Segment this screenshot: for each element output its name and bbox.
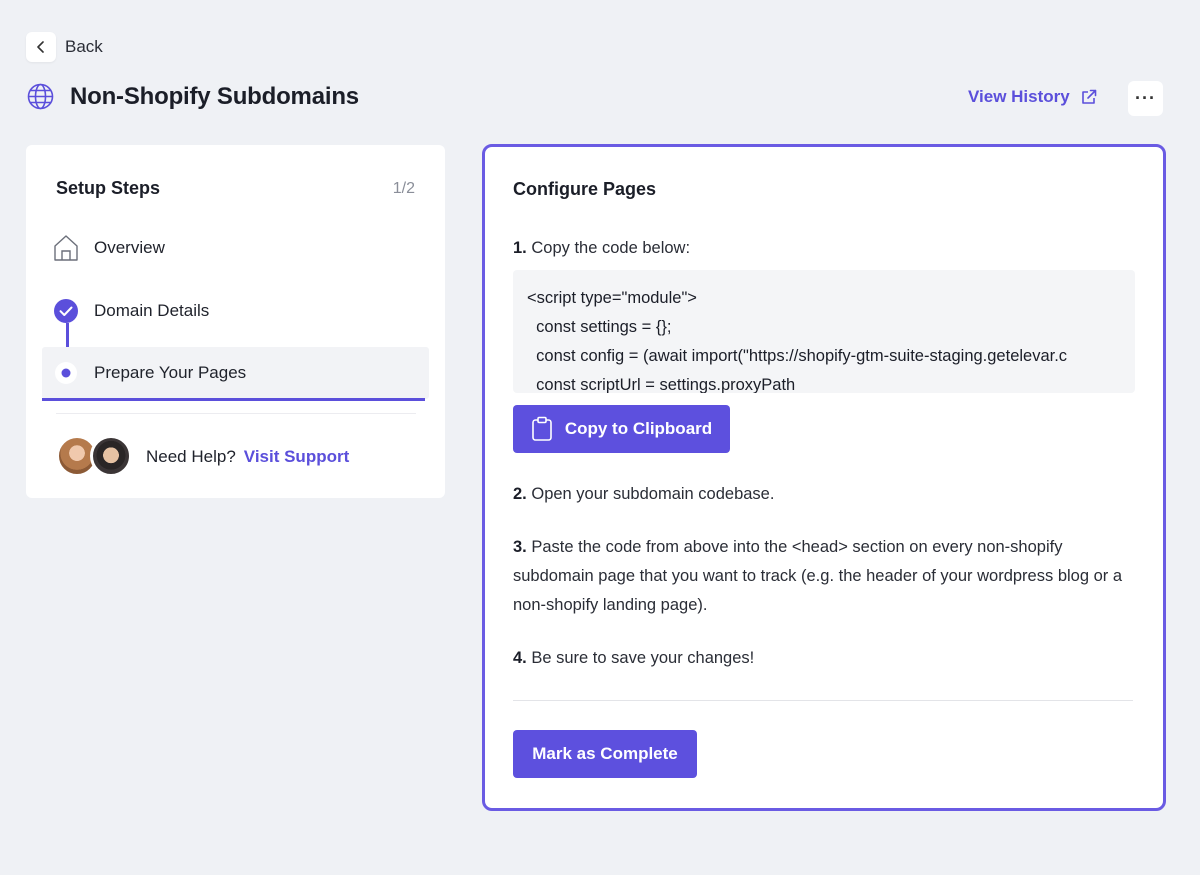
panel-title: Configure Pages <box>513 179 657 199</box>
view-history-link[interactable]: View History <box>968 87 1098 107</box>
dot-icon <box>52 359 80 387</box>
clipboard-icon <box>532 416 552 441</box>
step-prepare-pages[interactable]: Prepare Your Pages <box>52 359 246 387</box>
step-text: Paste the code from above into the <head… <box>513 538 1123 614</box>
setup-steps-heading: Setup Steps <box>56 178 161 198</box>
copy-button-label: Copy to Clipboard <box>564 419 713 438</box>
active-step-underline <box>42 398 425 401</box>
step-number: 1. <box>513 239 527 257</box>
check-circle-icon <box>52 297 80 325</box>
help-section: Need Help? Visit Support <box>56 435 349 479</box>
instruction-step-4: 4. Be sure to save your changes! <box>513 644 1133 673</box>
view-history-label: View History <box>968 87 1070 106</box>
code-line: const settings = {}; <box>527 318 672 336</box>
home-icon <box>52 234 80 262</box>
step-label: Overview <box>94 238 165 257</box>
instruction-step-2: 2. Open your subdomain codebase. <box>513 480 1133 509</box>
step-number: 3. <box>513 538 527 556</box>
step-label: Domain Details <box>94 301 210 320</box>
instruction-step-3: 3. Paste the code from above into the <h… <box>513 533 1133 620</box>
back-link[interactable]: Back <box>26 32 103 62</box>
configure-pages-panel: Configure Pages 1. Copy the code below: … <box>482 144 1166 811</box>
step-text: Copy the code below: <box>531 239 691 257</box>
step-label: Prepare Your Pages <box>94 363 247 382</box>
step-number: 2. <box>513 485 527 503</box>
page-header: Non-Shopify Subdomains <box>26 82 359 111</box>
instruction-step-1: 1. Copy the code below: <box>513 234 1133 263</box>
code-snippet[interactable]: <script type="module"> const settings = … <box>513 270 1135 393</box>
step-overview[interactable]: Overview <box>52 234 165 262</box>
step-number: 4. <box>513 649 527 667</box>
code-line: const config = (await import("https://sh… <box>527 347 1068 365</box>
page-title: Non-Shopify Subdomains <box>70 82 359 110</box>
globe-icon <box>27 83 54 110</box>
more-options-icon: ··· <box>1135 88 1156 108</box>
code-line: const scriptUrl = settings.proxyPath <box>527 376 796 393</box>
avatar <box>90 435 132 477</box>
steps-progress-count: 1/2 <box>392 180 415 197</box>
complete-button-label: Mark as Complete <box>532 744 678 763</box>
back-button[interactable] <box>26 32 56 62</box>
visit-support-link[interactable]: Visit Support <box>244 447 349 467</box>
divider <box>513 700 1133 701</box>
divider <box>56 413 416 414</box>
chevron-left-icon <box>37 41 44 53</box>
external-link-icon <box>1081 89 1097 104</box>
setup-steps-panel: Setup Steps 1/2 Overview Domain Details <box>26 145 445 498</box>
code-line: <script type="module"> <box>527 289 697 307</box>
support-avatars <box>56 435 134 479</box>
help-text: Need Help? <box>146 447 236 466</box>
step-domain-details[interactable]: Domain Details <box>52 297 209 325</box>
step-text: Open your subdomain codebase. <box>531 485 775 503</box>
copy-to-clipboard-button[interactable]: Copy to Clipboard <box>513 405 730 453</box>
back-label: Back <box>65 37 103 56</box>
mark-as-complete-button[interactable]: Mark as Complete <box>513 730 697 778</box>
more-options-button[interactable]: ··· <box>1128 81 1163 116</box>
step-text: Be sure to save your changes! <box>531 649 755 667</box>
